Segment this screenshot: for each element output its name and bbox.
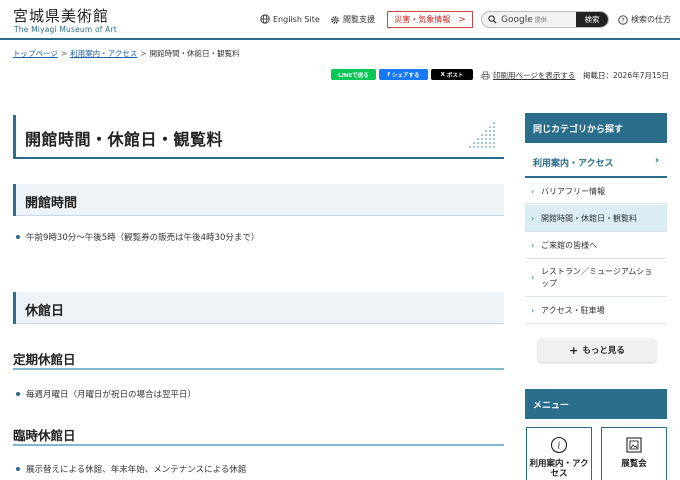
print-label: 印刷用ページを表示する <box>493 71 576 80</box>
more-button[interactable]: + もっと見る <box>538 338 656 362</box>
search-placeholder-small: 提供 <box>534 16 547 24</box>
chevron-right-icon: › <box>531 306 535 315</box>
x-post-label: ポスト <box>446 72 464 79</box>
search-help-label: 検索の仕方 <box>631 15 671 24</box>
breadcrumb: トップページ > 利用案内・アクセス > 開館時間・休館日・観覧料 <box>13 48 240 59</box>
facebook-share-button[interactable]: f シェアする <box>379 69 428 80</box>
chevron-right-icon: › <box>531 213 535 223</box>
sidebar-item-barrier-free[interactable]: › バリアフリー情報 <box>525 180 667 204</box>
list-item: 毎週月曜日（月曜日が祝日の場合は翌平日） <box>16 388 196 400</box>
breadcrumb-home[interactable]: トップページ <box>13 49 58 58</box>
sidebar-item-label: 開館時間・休館日・観覧料 <box>541 213 637 223</box>
site-logo-en: The Miyagi Museum of Art <box>14 25 117 34</box>
search-placeholder: Google <box>501 14 533 25</box>
list-item: 午前9時30分～午後5時（観覧券の販売は午後4時30分まで） <box>16 231 259 243</box>
page-title: 開館時間・休館日・観覧料 <box>25 130 224 149</box>
sidebar-category-label: 利用案内・アクセス <box>533 159 614 169</box>
facebook-icon: f <box>387 71 390 78</box>
subheading-regular-closed: 定期休館日 <box>13 348 504 370</box>
section-heading-closed: 休館日 <box>13 292 504 324</box>
sidebar-item-access-parking[interactable]: › アクセス・駐車場 <box>525 298 667 324</box>
sidebar-item-hours-fees[interactable]: › 開館時間・休館日・観覧料 <box>525 205 667 232</box>
x-icon: X <box>440 71 445 78</box>
list-item: 展示替えによる休館、年末年始、メンテナンスによる休館 <box>16 463 246 475</box>
sidebar-item-label: レストラン／ミュージアムショップ <box>541 267 653 288</box>
sidebar-heading-menu: メニュー <box>525 389 667 419</box>
print-link[interactable]: 印刷用ページを表示する <box>481 70 575 81</box>
menu-card-access[interactable]: i 利用案内・アクセス <box>526 427 592 480</box>
breadcrumb-sep: > <box>140 49 147 58</box>
printer-icon <box>481 71 490 80</box>
info-circle-icon: i <box>550 436 568 454</box>
sidebar-item-label: ご来館の皆様へ <box>541 241 597 250</box>
x-post-button[interactable]: X ポスト <box>431 69 473 80</box>
page-title-box: 開館時間・休館日・観覧料 <box>13 115 504 159</box>
bullet-icon <box>16 235 20 239</box>
heading-accent-bar <box>13 184 16 216</box>
globe-icon <box>260 14 270 24</box>
sidebar-item-label: バリアフリー情報 <box>541 187 605 196</box>
regular-closed-text: 毎週月曜日（月曜日が祝日の場合は翌平日） <box>26 390 197 400</box>
facebook-share-label: シェアする <box>391 72 420 79</box>
help-icon: ? <box>618 14 628 25</box>
menu-card-exhibitions[interactable]: 展覧会 <box>601 427 667 480</box>
bullet-icon <box>16 392 20 396</box>
more-label: もっと見る <box>582 346 625 356</box>
breadcrumb-current: 開館時間・休館日・観覧料 <box>149 49 240 58</box>
menu-card-label: 利用案内・アクセス <box>529 459 589 480</box>
subheading-temp-closed: 臨時休館日 <box>13 424 504 446</box>
dot-pattern-decoration <box>469 122 495 148</box>
viewing-support-label: 閲覧支援 <box>343 15 375 24</box>
svg-text:i: i <box>558 442 561 452</box>
sidebar-item-label: アクセス・駐車場 <box>541 306 605 315</box>
sidebar-item-restaurant-shop[interactable]: › レストラン／ミュージアムショップ <box>525 260 667 297</box>
search-icon <box>488 15 497 24</box>
chevron-right-icon: › <box>531 241 535 250</box>
publish-date: 掲載日：2026年7月15日 <box>583 71 669 80</box>
gear-icon <box>331 15 339 24</box>
disaster-info-button[interactable]: 災害・気象情報 > <box>387 11 473 28</box>
search-help-link[interactable]: ? 検索の仕方 <box>618 14 671 25</box>
sidebar-category-link[interactable]: 利用案内・アクセス › <box>525 145 667 178</box>
viewing-support-link[interactable]: 閲覧支援 <box>330 14 375 25</box>
chevron-right-icon: › <box>531 187 535 196</box>
site-logo[interactable]: 宮城県美術館 <box>13 5 109 26</box>
title-accent-bar <box>13 115 16 157</box>
plus-icon: + <box>569 343 579 357</box>
breadcrumb-sep: > <box>60 49 68 58</box>
search-input[interactable]: Google 提供 <box>501 15 547 25</box>
subheading-regular-closed-label: 定期休館日 <box>13 352 76 367</box>
bullet-icon <box>16 467 20 471</box>
subheading-temp-closed-label: 臨時休館日 <box>13 428 76 443</box>
site-header: 宮城県美術館 The Miyagi Museum of Art English … <box>0 0 680 40</box>
line-share-label: LINEで送る <box>338 72 369 79</box>
section-heading-hours: 開館時間 <box>13 184 504 216</box>
english-site-link[interactable]: English Site <box>260 14 320 24</box>
disaster-info-label: 災害・気象情報 <box>394 15 451 24</box>
search-button[interactable]: 検索 <box>576 12 608 27</box>
temp-closed-text: 展示替えによる休館、年末年始、メンテナンスによる休館 <box>26 465 247 475</box>
sidebar-heading-same-category: 同じカテゴリから探す <box>525 113 667 143</box>
chevron-right-icon: › <box>654 155 659 166</box>
section-heading-hours-label: 開館時間 <box>25 196 78 211</box>
chevron-right-icon: > <box>458 14 466 25</box>
breadcrumb-parent[interactable]: 利用案内・アクセス <box>70 49 137 58</box>
search-form: Google 提供 検索 <box>481 11 609 28</box>
chevron-right-icon: › <box>531 273 535 282</box>
hours-text: 午前9時30分～午後5時（観覧券の販売は午後4時30分まで） <box>26 233 260 243</box>
section-heading-closed-label: 休館日 <box>25 304 65 319</box>
english-site-label: English Site <box>273 14 320 24</box>
svg-text:?: ? <box>621 16 624 24</box>
heading-accent-bar <box>13 292 16 324</box>
picture-frame-icon <box>626 437 642 453</box>
sidebar-item-visitors[interactable]: › ご来館の皆様へ <box>525 233 667 259</box>
line-share-button[interactable]: LINEで送る <box>331 69 376 80</box>
menu-card-label: 展覧会 <box>621 459 647 469</box>
